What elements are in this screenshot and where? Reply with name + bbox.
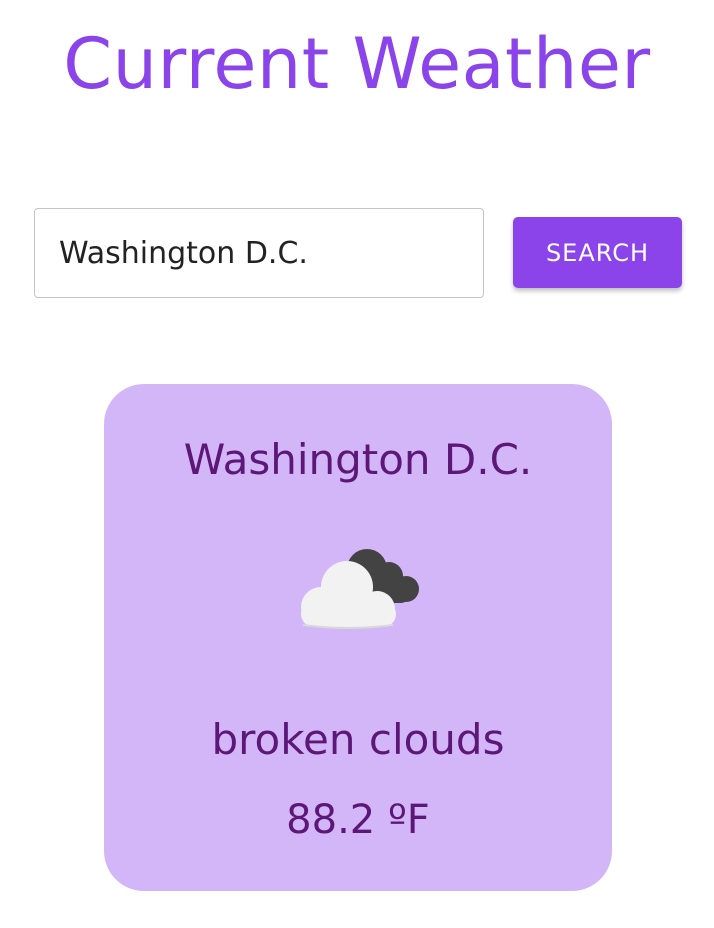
weather-card: Washington D.C. broken clouds 88.2 ºF xyxy=(104,384,612,891)
temperature: 88.2 ºF xyxy=(286,797,430,843)
city-name: Washington D.C. xyxy=(183,435,533,484)
page-title: Current Weather xyxy=(63,23,651,105)
broken-clouds-icon xyxy=(301,549,419,629)
weather-description: broken clouds xyxy=(211,715,505,764)
search-input[interactable] xyxy=(34,208,484,298)
weather-app: Current Weather SEARCH Washington D.C. xyxy=(0,0,714,928)
search-button[interactable]: SEARCH xyxy=(513,217,682,288)
